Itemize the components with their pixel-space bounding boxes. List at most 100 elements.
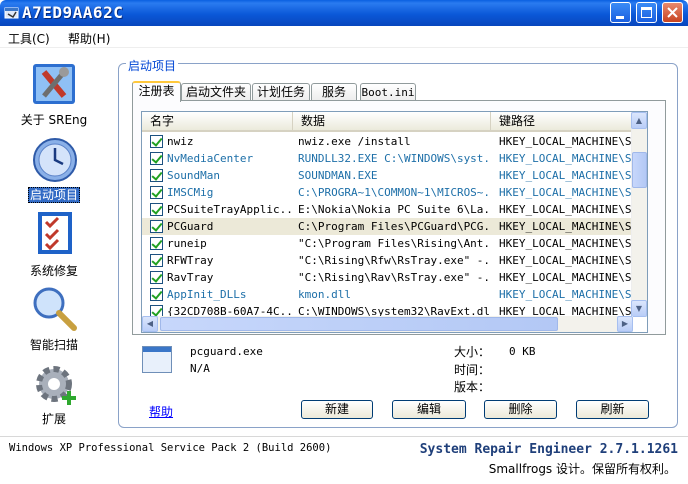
column-header-name[interactable]: 名字 (142, 112, 293, 130)
title-bar: A7ED9AA62C (0, 0, 688, 26)
menu-bar: 工具(C) 帮助(H) (0, 26, 688, 48)
row-name-cell: nwiz (167, 135, 194, 148)
row-key-cell: HKEY_LOCAL_MACHINE\Sof (499, 135, 633, 148)
row-key-cell: HKEY_LOCAL_MACHINE\Sof (499, 203, 633, 216)
row-data-cell: nwiz.exe /install (298, 135, 411, 148)
row-key-cell: HKEY_LOCAL_MACHINE\Sof (499, 152, 633, 165)
row-checkbox[interactable] (150, 135, 163, 148)
table-row[interactable]: IMSCMig C:\PROGRA~1\COMMON~1\MICROS~... HK… (142, 184, 633, 201)
row-name-cell: PCSuiteTrayApplic... (167, 203, 293, 216)
vertical-scroll-thumb[interactable] (632, 152, 647, 188)
nav-system-repair[interactable]: 系统修复 (0, 210, 108, 280)
scroll-right-button[interactable]: ▶ (617, 316, 633, 332)
horizontal-scrollbar[interactable]: ◀ ▶ (142, 316, 633, 332)
row-key-cell: HKEY_LOCAL_MACHINE\Sof (499, 169, 633, 182)
table-row[interactable]: nwiz nwiz.exe /install HKEY_LOCAL_MACHINE\… (142, 133, 633, 150)
table-row[interactable]: PCSuiteTrayApplic... E:\Nokia\Nokia PC Su… (142, 201, 633, 218)
scroll-down-button[interactable]: ▼ (631, 300, 647, 317)
table-row[interactable]: runeip "C:\Program Files\Rising\Ant... HKE… (142, 235, 633, 252)
column-header-key-path[interactable]: 键路径 (491, 112, 633, 130)
row-checkbox[interactable] (150, 152, 163, 165)
product-version: System Repair Engineer 2.7.1.1261 (419, 442, 678, 457)
refresh-button[interactable]: 刷新 (576, 400, 649, 419)
tab-services[interactable]: 服务 (311, 83, 357, 101)
row-checkbox[interactable] (150, 220, 163, 233)
table-row[interactable]: RFWTray "C:\Rising\Rfw\RsTray.exe" -... HK… (142, 252, 633, 269)
table-row[interactable]: PCGuard C:\Program Files\PCGuard\PCG... HK… (142, 218, 633, 235)
row-name-cell: RavTray (167, 271, 214, 284)
new-button[interactable]: 新建 (301, 400, 373, 419)
table-row[interactable]: RavTray "C:\Rising\Rav\RsTray.exe" -... HK… (142, 269, 633, 286)
row-checkbox[interactable] (150, 254, 163, 267)
row-checkbox[interactable] (150, 237, 163, 250)
row-name-cell: SoundMan (167, 169, 220, 182)
detail-size-value: 0 KB (509, 345, 536, 358)
maximize-icon (641, 7, 652, 18)
row-name-cell: runeip (167, 237, 207, 250)
table-row[interactable]: SoundMan SOUNDMAN.EXE HKEY_LOCAL_MACHINE\S… (142, 167, 633, 184)
row-data-cell: E:\Nokia\Nokia PC Suite 6\La... (298, 203, 490, 216)
checklist-icon (38, 212, 72, 254)
table-row[interactable]: NvMediaCenter RUNDLL32.EXE C:\WINDOWS\sys… (142, 150, 633, 167)
row-data-cell: RUNDLL32.EXE C:\WINDOWS\syst... (298, 152, 490, 165)
vertical-scrollbar[interactable]: ▲ ▼ (631, 112, 647, 317)
scroll-left-button[interactable]: ◀ (142, 316, 158, 332)
row-key-cell: HKEY_LOCAL_MACHINE\Sof (499, 254, 633, 267)
group-title: 启动项目 (126, 57, 179, 74)
menu-tools[interactable]: 工具(C) (8, 30, 50, 47)
horizontal-scroll-thumb[interactable] (160, 317, 558, 331)
row-key-cell: HKEY_LOCAL_MACHINE\Sof (499, 271, 633, 284)
menu-help[interactable]: 帮助(H) (68, 30, 110, 47)
startup-list[interactable]: 名字 数据 键路径 nwiz nwiz.exe /install HKEY_LOCA… (141, 111, 648, 333)
detail-version-label: 版本： (454, 380, 491, 394)
gear-plus-icon (36, 366, 76, 405)
maximize-button[interactable] (636, 2, 657, 23)
file-icon (142, 346, 172, 373)
row-checkbox[interactable] (150, 203, 163, 216)
help-link[interactable]: 帮助 (149, 403, 173, 420)
nav-smart-scan-label: 智能扫描 (29, 338, 78, 352)
minimize-button[interactable] (610, 2, 631, 23)
row-data-cell: SOUNDMAN.EXE (298, 169, 378, 182)
detail-company: N/A (190, 362, 210, 375)
row-name-cell: AppInit_DLLs (167, 288, 247, 301)
nav-about[interactable]: 关于 SREng (0, 58, 108, 128)
scroll-up-button[interactable]: ▲ (631, 112, 647, 129)
tab-boot-ini[interactable]: Boot.ini (360, 83, 416, 101)
nav-about-label: 关于 SREng (20, 113, 88, 127)
row-checkbox[interactable] (150, 169, 163, 182)
copyright: Smallfrogs 设计。保留所有权利。 (488, 462, 676, 476)
nav-system-repair-label: 系统修复 (29, 264, 78, 278)
detail-file-name: pcguard.exe (190, 345, 263, 358)
row-checkbox[interactable] (150, 288, 163, 301)
os-version: Windows XP Professional Service Pack 2 (… (9, 442, 332, 454)
table-row[interactable]: AppInit_DLLs kmon.dll HKEY_LOCAL_MACHINE\S… (142, 286, 633, 303)
row-name-cell: IMSCMig (167, 186, 214, 199)
nav-extensions-label: 扩展 (41, 412, 66, 426)
row-data-cell: "C:\Rising\Rav\RsTray.exe" -... (298, 271, 490, 284)
detail-size-label: 大小： (454, 345, 491, 359)
tab-scheduled-tasks[interactable]: 计划任务 (252, 83, 310, 101)
column-header-data[interactable]: 数据 (293, 112, 491, 130)
delete-button[interactable]: 删除 (484, 400, 557, 419)
row-name-cell: RFWTray (167, 254, 214, 267)
tab-registry[interactable]: 注册表 (132, 81, 181, 102)
row-checkbox[interactable] (150, 271, 163, 284)
nav-smart-scan[interactable]: 智能扫描 (0, 284, 108, 354)
edit-button[interactable]: 编辑 (392, 400, 466, 419)
nav-startup-label: 启动项目 (27, 187, 80, 203)
row-key-cell: HKEY_LOCAL_MACHINE\Sof (499, 186, 633, 199)
row-name-cell: PCGuard (167, 220, 214, 233)
window-title: A7ED9AA62C (22, 3, 124, 22)
tab-startup-folder[interactable]: 启动文件夹 (181, 83, 251, 101)
row-key-cell: HKEY_LOCAL_MACHINE\Sof (499, 220, 633, 233)
app-icon (4, 7, 19, 19)
nav-startup[interactable]: 启动项目 (0, 136, 108, 206)
detail-time-label: 时间： (454, 363, 491, 377)
close-button[interactable] (662, 2, 683, 23)
nav-extensions[interactable]: 扩展 (0, 362, 108, 432)
row-checkbox[interactable] (150, 186, 163, 199)
row-name-cell: NvMediaCenter (167, 152, 254, 165)
footer-divider (0, 436, 688, 437)
row-data-cell: kmon.dll (298, 288, 351, 301)
